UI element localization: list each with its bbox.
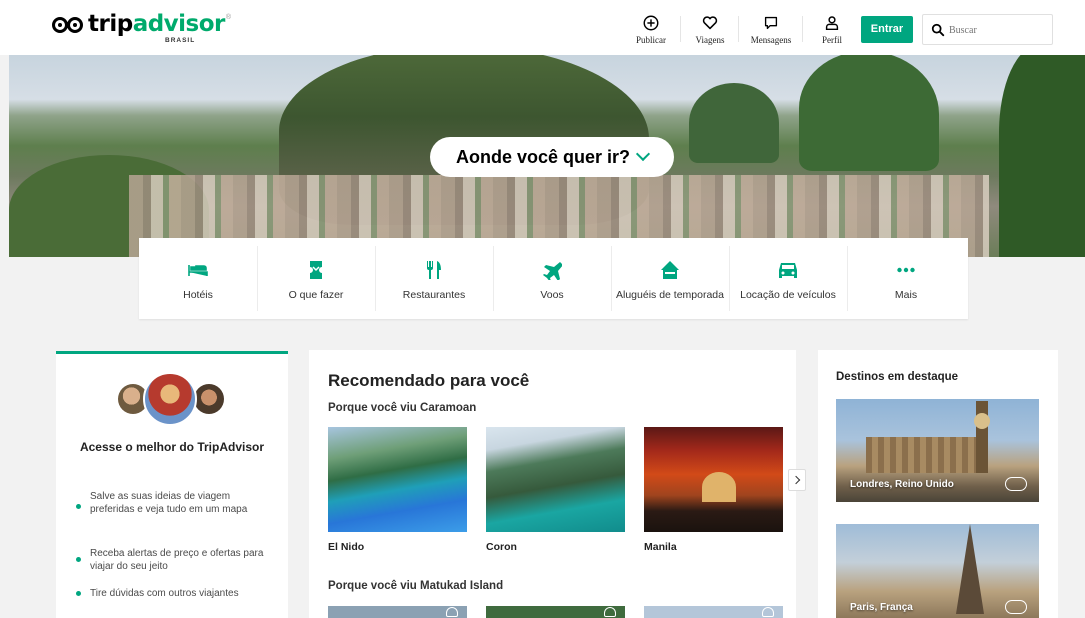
hero-scenery [999,55,1085,257]
logo-text-advisor: advisor [132,11,226,37]
signup-card-title: Acesse o melhor do TripAdvisor [79,440,265,454]
benefit-item: Receba alertas de preço e ofertas para v… [76,547,276,587]
nav-divider [680,16,681,42]
heart-icon [682,14,738,34]
hero-scenery [799,55,939,171]
destination-scenery [866,437,976,473]
avatar [194,384,224,414]
bed-icon [188,265,208,276]
save-heart-icon[interactable] [604,607,616,617]
category-label: O que fazer [288,289,344,301]
nav-mensagens-label: Mensagens [750,35,792,45]
top-header: tripadvisor ® BRASIL Publicar Viagens Me… [0,0,1085,55]
category-label: Hotéis [183,289,213,301]
logo-registered-mark: ® [225,14,232,21]
search-input[interactable] [949,21,1049,39]
destination-tile-coron[interactable] [486,427,625,532]
search-box[interactable] [922,14,1053,45]
destination-search-button[interactable]: Aonde você quer ir? [430,137,674,177]
destination-tile[interactable] [644,606,783,618]
nav-publicar-label: Publicar [636,35,666,45]
nav-divider [738,16,739,42]
featured-title: Destinos em destaque [836,371,959,383]
owl-badge-icon [1005,600,1027,614]
car-icon [779,263,797,278]
destination-tile-label[interactable]: Manila [644,541,677,553]
category-voos[interactable]: Voos [493,238,611,319]
tripadvisor-logo[interactable]: tripadvisor ® [52,12,231,37]
featured-destination-label: Londres, Reino Unido [850,479,954,490]
recommended-section-title: Porque você viu Caramoan [328,402,477,414]
nav-publicar[interactable]: Publicar [623,14,679,45]
category-label: Aluguéis de temporada [616,289,724,301]
search-icon [931,23,945,37]
save-heart-icon[interactable] [446,607,458,617]
more-dots-icon [897,267,915,273]
plane-icon [543,262,562,280]
category-hoteis[interactable]: Hotéis [139,238,257,319]
message-icon [743,14,799,34]
category-restaurantes[interactable]: Restaurantes [375,238,493,319]
hero-scenery [689,83,779,163]
owl-badge-icon [1005,477,1027,491]
recommended-card: Recomendado para você Porque você viu Ca… [309,350,796,618]
tile-scenery [702,472,736,502]
benefit-item: Tire dúvidas com outros viajantes [76,587,276,607]
nav-perfil[interactable]: Perfil [804,14,860,45]
destination-tile-el-nido[interactable] [328,427,467,532]
traveler-avatars [118,372,228,428]
category-o-que-fazer[interactable]: O que fazer [257,238,375,319]
destination-tile[interactable] [328,606,467,618]
benefit-item: Salve as suas ideias de viagem preferida… [76,490,276,547]
category-label: Locação de veículos [740,289,836,301]
nav-viagens[interactable]: Viagens [682,14,738,45]
destination-tile-manila[interactable] [644,427,783,532]
logo-text-trip: trip [88,11,133,37]
chevron-down-icon [635,146,651,162]
recommended-title: Recomendado para você [328,371,530,390]
destination-tile[interactable] [486,606,625,618]
recommended-section-title: Porque você viu Matukad Island [328,580,504,592]
category-bar: Hotéis O que fazer Restaurantes Voos Alu… [139,238,968,319]
plus-circle-icon [623,14,679,34]
destination-scenery [974,401,990,473]
destination-search-label: Aonde você quer ir? [455,147,631,167]
category-alugueis[interactable]: Aluguéis de temporada [611,238,729,319]
destination-tile-label[interactable]: El Nido [328,541,364,553]
category-label: Restaurantes [402,289,466,301]
login-button[interactable]: Entrar [861,16,913,43]
category-label: Mais [894,289,918,301]
category-mais[interactable]: Mais [847,238,965,319]
featured-destinations-card: Destinos em destaque Londres, Reino Unid… [818,350,1058,618]
category-veiculos[interactable]: Locação de veículos [729,238,847,319]
destination-tile-label[interactable]: Coron [486,541,517,553]
nav-viagens-label: Viagens [695,35,725,45]
save-heart-icon[interactable] [762,607,774,617]
destination-scenery [956,524,984,614]
logo-country: BRASIL [165,37,196,44]
featured-destination-paris[interactable]: Paris, França [836,524,1039,618]
featured-destination-london[interactable]: Londres, Reino Unido [836,399,1039,502]
owl-logo-icon [52,15,86,37]
house-icon [661,261,679,279]
category-label: Voos [540,289,564,301]
carousel-next-button[interactable] [788,469,806,491]
featured-destination-label: Paris, França [850,602,913,613]
fork-knife-icon [427,261,441,279]
nav-mensagens[interactable]: Mensagens [743,14,799,45]
nav-perfil-label: Perfil [822,35,842,45]
benefit-list: Salve as suas ideias de viagem preferida… [76,490,276,607]
signup-card: Acesse o melhor do TripAdvisor Salve as … [56,351,288,618]
user-icon [804,14,860,34]
nav-divider [802,16,803,42]
ticket-icon [310,261,322,279]
avatar [143,372,197,426]
